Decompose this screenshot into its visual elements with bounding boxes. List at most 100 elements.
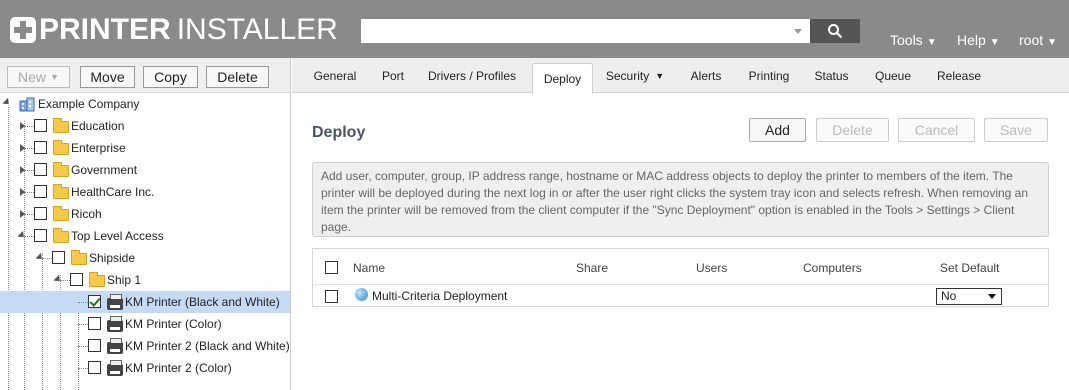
column-share[interactable]: Share	[576, 261, 608, 275]
tree-item-label: KM Printer 2 (Color)	[125, 361, 232, 375]
tree-item-km-printer-2-color[interactable]: KM Printer 2 (Color)	[0, 357, 290, 379]
tab-security[interactable]: Security ▼	[602, 58, 668, 93]
menu-user[interactable]: root ▼	[1019, 32, 1057, 48]
tab-status[interactable]: Status	[810, 58, 853, 93]
tree-checkbox[interactable]	[34, 207, 47, 220]
expander-icon[interactable]	[35, 252, 45, 263]
tree-checkbox[interactable]	[34, 141, 47, 154]
tree-item-healthcare[interactable]: HealthCare Inc.	[0, 181, 290, 203]
tree-item-label: Shipside	[89, 251, 136, 265]
tree-item-ricoh[interactable]: Ricoh	[0, 203, 290, 225]
tree-checkbox[interactable]	[88, 295, 101, 308]
folder-icon	[53, 228, 69, 243]
chevron-down-icon[interactable]	[794, 29, 802, 34]
tree-checkbox[interactable]	[34, 185, 47, 198]
tree-item-km-printer-color[interactable]: KM Printer (Color)	[0, 313, 290, 335]
save-button[interactable]: Save	[984, 118, 1048, 142]
tree-item-label: Enterprise	[71, 141, 126, 155]
tree-item-label: Top Level Access	[71, 229, 164, 243]
tree-item-top-level-access[interactable]: Top Level Access	[0, 225, 290, 247]
tree-line	[24, 236, 34, 237]
tree-line	[24, 148, 34, 149]
tree-item-shipside[interactable]: Shipside	[0, 247, 290, 269]
tree-item-ship-1[interactable]: Ship 1	[0, 269, 290, 291]
expander-icon[interactable]	[53, 274, 63, 285]
menu-tools[interactable]: Tools ▼	[890, 32, 937, 48]
tab-printing[interactable]: Printing	[744, 58, 794, 93]
column-set-default[interactable]: Set Default	[940, 261, 999, 275]
tab-bar: General Port Drivers / Profiles Deploy S…	[292, 58, 1069, 94]
delete-entry-button[interactable]: Delete	[816, 118, 889, 142]
select-all-checkbox[interactable]	[325, 261, 338, 274]
set-default-select[interactable]: No	[936, 288, 1002, 305]
tab-security-label: Security	[605, 68, 650, 83]
deployment-table: Name Share Users Computers Set Default M…	[312, 248, 1049, 307]
column-computers[interactable]: Computers	[803, 261, 862, 275]
deployment-name: Multi-Criteria Deployment	[372, 289, 508, 303]
logo-text-bold: PRINTER	[39, 13, 171, 46]
new-button[interactable]: New ▼	[7, 66, 70, 88]
tree-checkbox[interactable]	[34, 163, 47, 176]
add-button[interactable]: Add	[749, 118, 806, 142]
tree-item-label: Ricoh	[71, 207, 102, 221]
search-button[interactable]	[810, 19, 860, 43]
tree-item-km-printer-bw[interactable]: KM Printer (Black and White)	[0, 291, 290, 313]
tab-release[interactable]: Release	[932, 58, 986, 93]
expander-icon[interactable]	[20, 122, 25, 130]
company-icon	[19, 97, 35, 112]
printer-icon	[107, 360, 123, 376]
menu-help[interactable]: Help ▼	[957, 32, 1000, 48]
tab-queue[interactable]: Queue	[871, 58, 915, 93]
row-checkbox[interactable]	[325, 290, 338, 303]
tree-item-label: KM Printer (Black and White)	[125, 295, 280, 309]
plus-logo-icon	[10, 17, 36, 43]
search-icon	[828, 24, 843, 39]
tree-checkbox[interactable]	[34, 229, 47, 242]
column-users[interactable]: Users	[696, 261, 727, 275]
expander-icon[interactable]	[2, 97, 12, 108]
delete-button[interactable]: Delete	[206, 66, 269, 88]
tree-item-label: Government	[71, 163, 138, 177]
folder-icon	[53, 206, 69, 221]
tree-checkbox[interactable]	[88, 361, 101, 374]
expander-icon[interactable]	[20, 166, 25, 174]
tab-port[interactable]: Port	[374, 58, 412, 93]
column-name[interactable]: Name	[353, 261, 385, 275]
tree-item-enterprise[interactable]: Enterprise	[0, 137, 290, 159]
expander-icon[interactable]	[20, 144, 25, 152]
expander-icon[interactable]	[20, 210, 25, 218]
set-default-value: No	[941, 289, 957, 303]
tab-deploy[interactable]: Deploy	[532, 63, 593, 94]
tree-view[interactable]: Example Company Education Enterprise Gov…	[0, 93, 290, 390]
tree-item-education[interactable]: Education	[0, 115, 290, 137]
logo-text-light: INSTALLER	[176, 13, 338, 46]
tree-checkbox[interactable]	[88, 339, 101, 352]
deploy-panel: Deploy Add Delete Cancel Save Add user, …	[292, 94, 1069, 390]
menu-help-label: Help	[957, 32, 986, 48]
tree-checkbox[interactable]	[70, 273, 83, 286]
copy-button[interactable]: Copy	[143, 66, 198, 88]
folder-icon	[53, 140, 69, 155]
cancel-button[interactable]: Cancel	[898, 118, 975, 142]
table-header: Name Share Users Computers Set Default	[313, 249, 1048, 285]
printer-icon	[107, 294, 123, 310]
tree-line	[24, 214, 34, 215]
tree-checkbox[interactable]	[34, 119, 47, 132]
tree-checkbox[interactable]	[52, 251, 65, 264]
tree-item-root[interactable]: Example Company	[0, 93, 290, 115]
tree-item-government[interactable]: Government	[0, 159, 290, 181]
search-input[interactable]	[361, 19, 810, 43]
folder-icon	[71, 250, 87, 265]
table-row[interactable]: Multi-Criteria Deployment No	[313, 286, 1048, 307]
move-button[interactable]: Move	[80, 66, 135, 88]
tab-drivers-profiles[interactable]: Drivers / Profiles	[422, 58, 522, 93]
tree-checkbox[interactable]	[88, 317, 101, 330]
tab-alerts[interactable]: Alerts	[684, 58, 728, 93]
menu-user-label: root	[1019, 32, 1044, 48]
expander-icon[interactable]	[17, 230, 27, 241]
expander-icon[interactable]	[20, 188, 25, 196]
tree-item-km-printer-2-bw[interactable]: KM Printer 2 (Black and White)	[0, 335, 290, 357]
caret-down-icon: ▼	[655, 70, 665, 81]
tab-general[interactable]: General	[304, 58, 366, 93]
folder-icon	[53, 118, 69, 133]
